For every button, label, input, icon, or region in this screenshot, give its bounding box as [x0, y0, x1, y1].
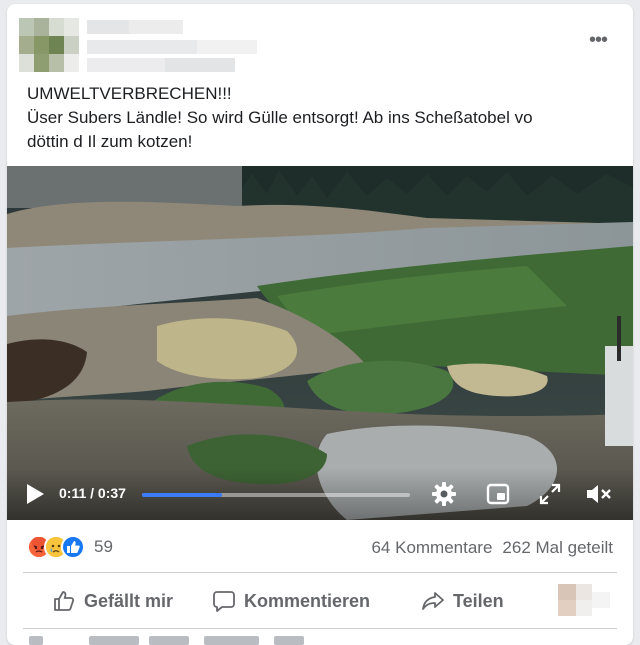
expand-icon: [539, 483, 561, 505]
reaction-count: 59: [94, 537, 113, 556]
like-label: Gefällt mir: [84, 590, 174, 611]
share-button[interactable]: Teilen: [421, 579, 504, 623]
like-reaction-icon: [61, 535, 85, 559]
play-button[interactable]: [23, 482, 47, 506]
viewer-avatar[interactable]: [558, 584, 610, 616]
more-options-button[interactable]: •••: [581, 28, 615, 52]
post-text-line-2: Üser Subers Ländle! So wird Gülle entsor…: [27, 108, 533, 127]
video-time: 0:11 / 0:37: [59, 485, 126, 501]
post-header: •••: [7, 4, 633, 80]
video-frame: [7, 166, 633, 520]
play-icon: [27, 484, 44, 504]
mute-button[interactable]: [585, 481, 613, 507]
share-arrow-icon: [422, 592, 444, 610]
picture-in-picture-button[interactable]: [485, 481, 511, 507]
gear-icon: [432, 482, 456, 506]
picture-in-picture-icon: [486, 483, 510, 505]
settings-button[interactable]: [431, 481, 457, 507]
video-progress-bar[interactable]: [142, 493, 410, 497]
divider: [23, 628, 617, 629]
video-controls: 0:11 / 0:37: [7, 468, 633, 520]
post-text: UMWELTVERBRECHEN!!! Üser Subers Ländle! …: [27, 82, 617, 154]
thumbs-up-icon: [54, 591, 75, 611]
divider: [23, 572, 617, 573]
post-actions: Gefällt mir Kommentieren Teilen: [7, 579, 633, 623]
comment-button[interactable]: Kommentieren: [212, 579, 370, 623]
video-progress-fill: [142, 493, 222, 497]
video-player[interactable]: 0:11 / 0:37: [7, 166, 633, 520]
comment-icon: [213, 591, 235, 612]
avatar[interactable]: [19, 18, 79, 72]
comments-shares: 64 Kommentare 262 Mal geteilt: [371, 538, 613, 558]
post-text-line-1: UMWELTVERBRECHEN!!!: [27, 84, 232, 103]
post-card: ••• UMWELTVERBRECHEN!!! Üser Subers Länd…: [7, 4, 633, 645]
comment-preview-blurred: [29, 636, 319, 645]
like-button[interactable]: Gefällt mir: [52, 579, 173, 623]
volume-muted-icon: [587, 485, 611, 503]
share-count-link[interactable]: 262 Mal geteilt: [502, 538, 613, 557]
comment-label: Kommentieren: [244, 590, 371, 611]
share-label: Teilen: [453, 590, 504, 611]
post-stats: 59 64 Kommentare 262 Mal geteilt: [7, 526, 633, 566]
more-horizontal-icon: •••: [588, 28, 608, 51]
post-text-line-3: döttin d Il zum kotzen!: [27, 132, 193, 151]
reactions-summary[interactable]: 59: [27, 534, 113, 560]
fullscreen-button[interactable]: [537, 481, 563, 507]
comment-count-link[interactable]: 64 Kommentare: [371, 538, 492, 557]
author-name[interactable]: [87, 20, 263, 74]
